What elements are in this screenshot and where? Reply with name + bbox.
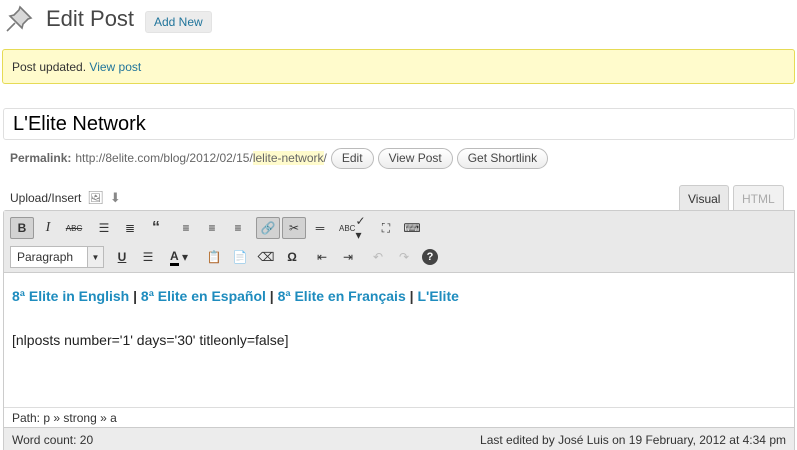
bullet-list-icon[interactable]: ☰: [92, 217, 116, 239]
get-shortlink-button[interactable]: Get Shortlink: [456, 147, 549, 169]
upload-insert-label: Upload/Insert: [10, 191, 82, 205]
spellcheck-icon[interactable]: ABC ✓ ▾: [338, 214, 372, 242]
path-separator: »: [96, 411, 111, 425]
pushpin-icon: [6, 5, 33, 32]
undo-icon[interactable]: ↶: [366, 246, 390, 268]
path-strong[interactable]: strong: [63, 411, 96, 425]
link-francais[interactable]: 8ª Elite en Français: [278, 288, 406, 304]
strikethrough-button[interactable]: ABC: [62, 217, 86, 239]
chevron-down-icon: ▼: [87, 247, 103, 267]
notice-text: Post updated.: [12, 60, 87, 74]
language-links: 8ª Elite in English | 8ª Elite en Españo…: [12, 288, 786, 304]
link-english[interactable]: 8ª Elite in English: [12, 288, 129, 304]
page-header: Edit Post Add New: [0, 0, 797, 40]
align-left-icon[interactable]: ≡: [174, 217, 198, 239]
page-title: Edit Post: [46, 6, 135, 31]
permalink-label: Permalink:: [10, 151, 72, 165]
align-center-icon[interactable]: ≡: [200, 217, 224, 239]
underline-button[interactable]: U: [110, 246, 134, 268]
link-separator: |: [265, 288, 278, 304]
indent-icon[interactable]: ⇥: [336, 246, 360, 268]
permalink-row: Permalink: http://8elite.com/blog/2012/0…: [10, 147, 549, 169]
unlink-icon[interactable]: ✂: [282, 217, 306, 239]
redo-icon[interactable]: ↷: [392, 246, 416, 268]
align-right-icon[interactable]: ≡: [226, 217, 250, 239]
link-separator: |: [129, 288, 141, 304]
media-buttons: Upload/Insert 🖼 ⬇: [10, 190, 121, 206]
help-icon[interactable]: ?: [418, 246, 442, 268]
permalink-slug[interactable]: lelite-network: [252, 151, 324, 165]
toolbar-row-1: B I ABC ☰ ≣ “ ≡ ≡ ≡ 🔗 ✂ ═ ABC ✓ ▾ ⛶ ⌨: [10, 214, 426, 242]
fullscreen-icon[interactable]: ⛶: [374, 217, 398, 239]
last-edited: Last edited by José Luis on 19 February,…: [480, 433, 786, 447]
justify-icon[interactable]: ☰: [136, 246, 160, 268]
toolbar-row-2: Paragraph ▼ U ☰ A ▾ 📋 📄 ⌫ Ω ⇤ ⇥ ↶ ↷ ?: [10, 244, 444, 270]
path-separator: »: [50, 411, 64, 425]
format-select[interactable]: Paragraph ▼: [10, 246, 104, 268]
link-espanol[interactable]: 8ª Elite en Español: [141, 288, 266, 304]
post-title-input[interactable]: [3, 108, 795, 140]
editor-toolbar: B I ABC ☰ ≣ “ ≡ ≡ ≡ 🔗 ✂ ═ ABC ✓ ▾ ⛶ ⌨ Par…: [4, 211, 794, 273]
view-post-button[interactable]: View Post: [377, 147, 453, 169]
word-count: Word count: 20: [12, 433, 94, 447]
download-arrow-icon[interactable]: ⬇: [110, 190, 121, 206]
editor-content[interactable]: 8ª Elite in English | 8ª Elite en Españo…: [4, 274, 794, 412]
text-color-icon[interactable]: A ▾: [162, 246, 196, 268]
remove-format-icon[interactable]: ⌫: [254, 246, 278, 268]
update-notice: Post updated. View post: [2, 49, 795, 84]
insert-link-icon[interactable]: 🔗: [256, 217, 280, 239]
link-separator: |: [405, 288, 418, 304]
kitchen-sink-icon[interactable]: ⌨: [400, 217, 424, 239]
add-media-icon[interactable]: 🖼: [87, 190, 104, 206]
edit-slug-button[interactable]: Edit: [330, 147, 374, 169]
format-select-value: Paragraph: [17, 250, 74, 264]
permalink-base: http://8elite.com/blog/2012/02/15/: [75, 151, 253, 165]
tab-visual[interactable]: Visual: [679, 185, 730, 211]
paste-word-icon[interactable]: 📄: [228, 246, 252, 268]
path-a[interactable]: a: [110, 411, 117, 425]
paste-text-icon[interactable]: 📋: [202, 246, 226, 268]
numbered-list-icon[interactable]: ≣: [118, 217, 142, 239]
link-lelite[interactable]: L'Elite: [417, 288, 458, 304]
special-character-icon[interactable]: Ω: [280, 246, 304, 268]
post-editor: B I ABC ☰ ≣ “ ≡ ≡ ≡ 🔗 ✂ ═ ABC ✓ ▾ ⛶ ⌨ Par…: [3, 210, 795, 450]
view-post-link[interactable]: View post: [89, 60, 141, 74]
element-path: Path: p » strong » a: [4, 407, 794, 427]
blockquote-icon[interactable]: “: [144, 217, 168, 239]
add-new-button[interactable]: Add New: [145, 11, 212, 33]
tab-html[interactable]: HTML: [733, 185, 784, 211]
shortcode-text: [nlposts number='1' days='30' titleonly=…: [12, 332, 289, 348]
permalink-trail: /: [323, 151, 327, 165]
insert-more-icon[interactable]: ═: [308, 217, 332, 239]
italic-button[interactable]: I: [36, 217, 60, 239]
outdent-icon[interactable]: ⇤: [310, 246, 334, 268]
bold-button[interactable]: B: [10, 217, 34, 239]
editor-status-bar: Word count: 20 Last edited by José Luis …: [4, 427, 794, 450]
path-label: Path:: [12, 411, 41, 425]
